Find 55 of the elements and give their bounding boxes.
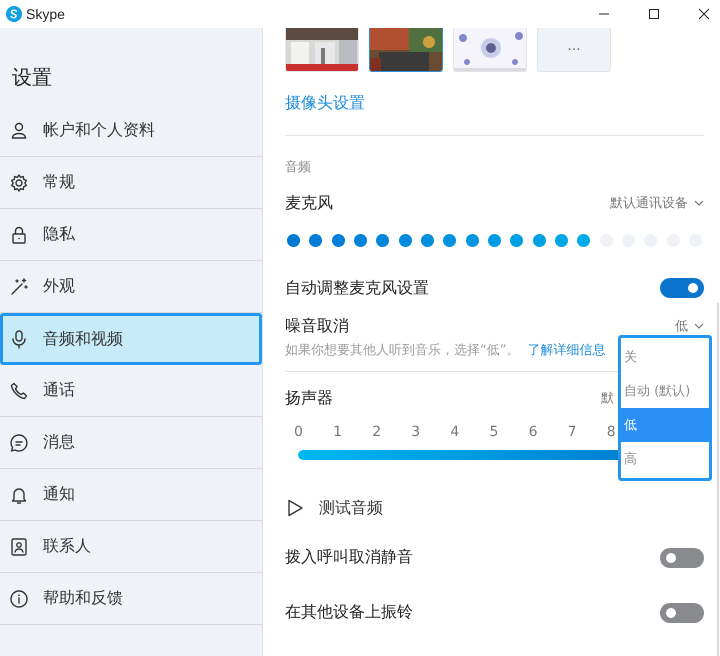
device-dropdown[interactable]: 默 (601, 389, 614, 407)
menu-option[interactable]: 高 (621, 442, 709, 476)
setting-label: 扬声器 (285, 388, 333, 408)
chevron-down-icon[interactable] (694, 323, 704, 329)
settings-icon (9, 172, 29, 192)
device-dropdown[interactable]: 默认通讯设备 (610, 194, 688, 212)
tick-label: 8 (606, 424, 617, 440)
magic-wand-icon (9, 276, 29, 296)
sidebar-item[interactable]: 音频和视频 (0, 313, 262, 365)
skype-logo-icon (6, 6, 22, 22)
sidebar-item[interactable]: 隐私 (0, 209, 262, 261)
more-cameras-button[interactable]: ··· (537, 28, 611, 72)
person-icon (9, 120, 29, 140)
learn-more-link[interactable]: 了解详细信息 (527, 341, 606, 359)
menu-option[interactable]: 自动 (默认) (621, 374, 709, 408)
tick-label: 4 (450, 424, 460, 440)
camera-settings-link[interactable]: 摄像头设置 (285, 93, 365, 114)
tick-label: 5 (489, 424, 500, 440)
info-icon (9, 588, 29, 608)
tick-label: 6 (528, 424, 538, 440)
setting-label: 噪音取消 (285, 316, 349, 336)
close-icon[interactable] (698, 8, 710, 20)
toggle-switch[interactable] (660, 278, 704, 298)
setting-label: 自动调整麦克风设置 (285, 278, 429, 298)
setting-label: 拨入呼叫取消静音 (285, 547, 413, 568)
phone-icon (9, 380, 29, 400)
window-title: Skype (26, 6, 65, 22)
setting-label: 麦克风 (285, 192, 333, 214)
hint-text: 如果你想要其他人听到音乐，选择“低”。 (285, 342, 520, 359)
noise-dropdown[interactable]: 低 (675, 317, 688, 335)
toggle-switch[interactable] (660, 602, 704, 622)
chevron-down-icon[interactable] (694, 200, 704, 206)
menu-option[interactable]: 关 (621, 340, 709, 374)
tick-label: 7 (568, 424, 578, 440)
sidebar-item[interactable]: 帐户和个人资料 (0, 105, 262, 157)
test-audio-button[interactable]: 测试音频 (319, 498, 383, 518)
sidebar-item[interactable]: 通话 (0, 365, 262, 417)
sidebar-item[interactable]: 消息 (0, 417, 262, 469)
settings-heading: 设置 (11, 64, 53, 91)
toggle-switch[interactable] (660, 548, 704, 568)
contact-card-icon (9, 536, 29, 556)
sidebar-item[interactable]: 常规 (0, 157, 262, 209)
camera-thumbnail[interactable] (369, 28, 443, 72)
sidebar-item[interactable]: 通知 (0, 469, 262, 521)
tick-label: 2 (372, 424, 382, 440)
maximize-icon[interactable] (648, 8, 660, 20)
sidebar-item[interactable]: 联系人 (0, 521, 262, 573)
sidebar-item[interactable]: 帮助和反馈 (0, 573, 262, 625)
scrollbar[interactable] (717, 303, 719, 656)
section-heading: 音频 (285, 159, 312, 176)
setting-label: 在其他设备上振铃 (285, 602, 413, 623)
tick-label: 0 (294, 424, 304, 440)
chat-bubble-icon (9, 432, 29, 452)
tick-label: 3 (411, 424, 422, 440)
tick-label: 1 (333, 424, 344, 440)
